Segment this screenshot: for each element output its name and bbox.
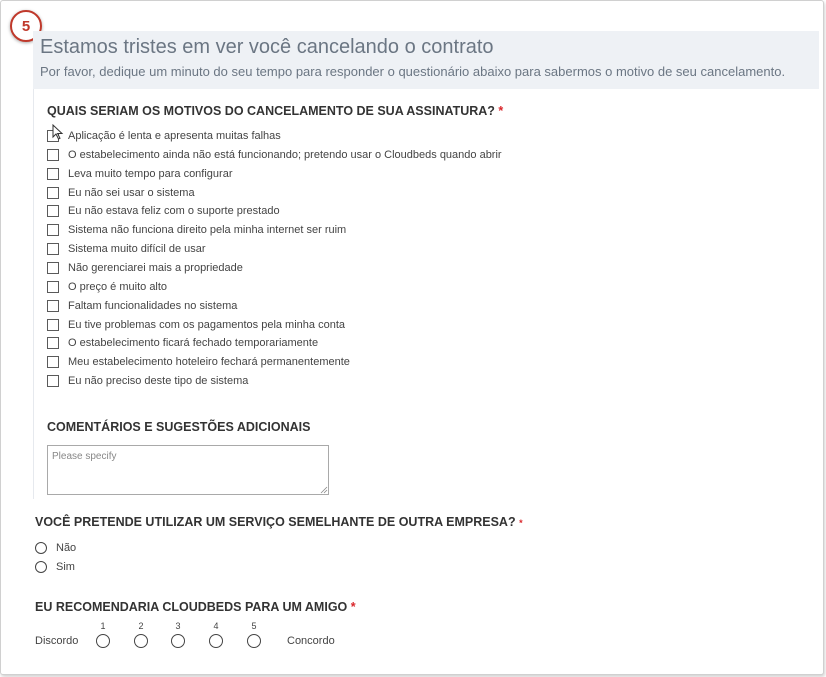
checkbox-label: O preço é muito alto (68, 280, 168, 293)
scale-radio-3[interactable] (171, 634, 185, 648)
checkbox[interactable] (47, 337, 59, 350)
comments-textarea[interactable] (47, 445, 329, 495)
reason-option-2[interactable]: O estabelecimento ainda não está funcion… (47, 147, 502, 163)
question-comments: COMENTÁRIOS E SUGESTÕES ADICIONAIS (47, 420, 310, 434)
question-recommend-label: EU RECOMENDARIA CLOUDBEDS PARA UM AMIGO (35, 600, 348, 614)
reason-option-3[interactable]: Leva muito tempo para configurar (47, 166, 232, 182)
question-recommend: EU RECOMENDARIA CLOUDBEDS PARA UM AMIGO … (35, 600, 356, 614)
checkbox[interactable] (47, 318, 59, 331)
radio-option-sim[interactable]: Sim (35, 559, 75, 575)
reason-option-8[interactable]: Não gerenciarei mais a propriedade (47, 260, 243, 276)
radio-option-label: Sim (56, 561, 75, 573)
reason-option-10[interactable]: Faltam funcionalidades no sistema (47, 298, 237, 314)
resize-grip-icon[interactable] (320, 486, 328, 494)
checkbox-label: O estabelecimento ficará fechado tempora… (68, 337, 319, 350)
required-mark: * (350, 600, 356, 614)
question-similar-service: VOCÊ PRETENDE UTILIZAR UM SERVIÇO SEMELH… (35, 515, 523, 529)
question-cancel-reasons: QUAIS SERIAM OS MOTIVOS DO CANCELAMENTO … (47, 104, 503, 118)
radio-circle[interactable] (35, 542, 47, 554)
question-cancel-reasons-label: QUAIS SERIAM OS MOTIVOS DO CANCELAMENTO … (47, 104, 495, 118)
checkbox[interactable] (47, 356, 59, 369)
checkbox-label: Aplicação é lenta e apresenta muitas fal… (68, 130, 281, 142)
reason-option-4[interactable]: Eu não sei usar o sistema (47, 185, 195, 201)
page-subtitle: Por favor, dedique um minuto do seu temp… (40, 64, 786, 79)
checkbox-label: Eu não sei usar o sistema (68, 186, 195, 199)
checkbox[interactable] (47, 280, 59, 293)
scale-max-label: Concordo (287, 635, 335, 647)
scale-min-label: Discordo (35, 635, 79, 647)
checkbox-label: Leva muito tempo para configurar (68, 167, 233, 180)
reason-option-1[interactable]: Aplicação é lenta e apresenta muitas fal… (47, 128, 281, 144)
reason-option-14[interactable]: Eu não preciso deste tipo de sistema (47, 373, 248, 389)
scale-radio-2[interactable] (134, 634, 148, 648)
reason-option-7[interactable]: Sistema muito difícil de usar (47, 241, 206, 257)
checkbox-label: Eu não preciso deste tipo de sistema (68, 375, 249, 388)
scale-number-5: 5 (251, 621, 257, 631)
scale-number-2: 2 (138, 621, 144, 631)
radio-option-label: Não (56, 542, 77, 554)
scale-radio-4[interactable] (209, 634, 223, 648)
checkbox[interactable] (47, 261, 59, 274)
checkbox[interactable] (47, 299, 59, 312)
checkbox[interactable] (47, 243, 59, 256)
checkbox-label: Sistema muito difícil de usar (68, 243, 206, 256)
checkbox-label: Não gerenciarei mais a propriedade (68, 261, 243, 274)
checkbox-label: Eu tive problemas com os pagamentos pela… (68, 318, 345, 331)
scale-number-1: 1 (100, 621, 106, 631)
question-comments-label: COMENTÁRIOS E SUGESTÕES ADICIONAIS (47, 420, 311, 434)
scale-radio-1[interactable] (96, 634, 110, 648)
scale-number-4: 4 (213, 621, 219, 631)
checkbox-label: Faltam funcionalidades no sistema (68, 299, 238, 312)
reason-option-9[interactable]: O preço é muito alto (47, 279, 167, 295)
checkbox[interactable] (47, 167, 59, 180)
reason-option-12[interactable]: O estabelecimento ficará fechado tempora… (47, 335, 318, 351)
mouse-cursor-icon (52, 124, 64, 140)
radio-circle[interactable] (35, 561, 47, 573)
checkbox-label: Meu estabelecimento hoteleiro fechará pe… (68, 356, 350, 369)
reason-option-13[interactable]: Meu estabelecimento hoteleiro fechará pe… (47, 354, 350, 370)
checkbox[interactable] (47, 148, 59, 161)
checkbox-label: O estabelecimento ainda não está funcion… (68, 148, 502, 161)
checkbox[interactable] (47, 205, 59, 218)
page-title: Estamos tristes em ver você cancelando o… (40, 36, 494, 58)
checkbox-label: Eu não estava feliz com o suporte presta… (68, 205, 280, 218)
checkbox[interactable] (47, 186, 59, 199)
scale-number-3: 3 (175, 621, 181, 631)
radio-option-nao[interactable]: Não (35, 540, 76, 556)
question-similar-service-label: VOCÊ PRETENDE UTILIZAR UM SERVIÇO SEMELH… (35, 515, 516, 529)
checkbox[interactable] (47, 224, 59, 237)
checkbox-label: Sistema não funciona direito pela minha … (68, 224, 347, 237)
section-divider (33, 89, 34, 499)
reason-option-5[interactable]: Eu não estava feliz com o suporte presta… (47, 203, 280, 219)
required-mark: * (498, 104, 504, 118)
scale-radio-5[interactable] (247, 634, 261, 648)
required-mark: * (519, 518, 523, 528)
reason-option-11[interactable]: Eu tive problemas com os pagamentos pela… (47, 317, 345, 333)
reason-option-6[interactable]: Sistema não funciona direito pela minha … (47, 222, 346, 238)
checkbox[interactable] (47, 375, 59, 388)
